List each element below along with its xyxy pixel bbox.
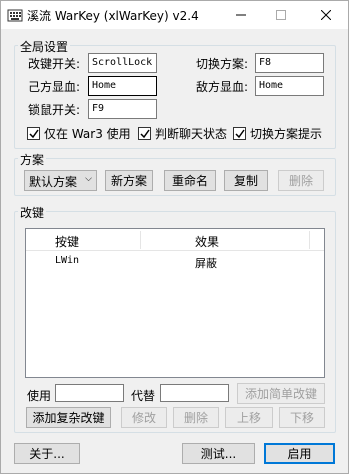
ally-hp-label: 己方显血:: [28, 80, 81, 94]
window-title: 溪流 WarKey (xlWarKey) v2.4: [27, 9, 199, 23]
title-bar[interactable]: 溪流 WarKey (xlWarKey) v2.4: [1, 1, 348, 29]
close-button[interactable]: [306, 1, 346, 29]
maximize-button[interactable]: [261, 1, 301, 29]
remap-toggle-label: 改键开关:: [28, 57, 81, 71]
move-up-button[interactable]: 上移: [225, 407, 273, 428]
enemy-hp-label: 敌方显血:: [196, 80, 249, 94]
enable-button[interactable]: 启用: [264, 443, 335, 464]
enemy-hp-field[interactable]: Home: [255, 76, 324, 96]
checkbox-checked-icon: [27, 127, 40, 140]
table-row[interactable]: LWin 屏蔽: [55, 255, 315, 271]
remap-group-label: 改键: [18, 204, 47, 221]
app-icon: [7, 9, 23, 22]
main-window: 溪流 WarKey (xlWarKey) v2.4 全局设置 改键开关: Scr…: [0, 0, 349, 474]
only-war3-label: 仅在 War3 使用: [44, 127, 131, 141]
row-effect-cell: 屏蔽: [195, 257, 217, 270]
detect-chat-checkbox[interactable]: 判断聊天状态: [138, 125, 227, 142]
test-button[interactable]: 测试...: [182, 443, 255, 464]
remap-list-header: 按键 效果: [26, 229, 324, 251]
switch-scheme-field[interactable]: F8: [255, 53, 324, 73]
column-effect-header[interactable]: 效果: [195, 233, 219, 250]
move-down-button[interactable]: 下移: [279, 407, 325, 428]
delete-scheme-button[interactable]: 删除: [278, 170, 324, 191]
rename-scheme-button[interactable]: 重命名: [164, 170, 216, 191]
use-key-field[interactable]: [55, 384, 124, 402]
use-label: 使用: [27, 389, 52, 403]
remap-toggle-field[interactable]: ScrollLock: [88, 53, 157, 73]
minimize-button[interactable]: [221, 1, 261, 29]
remap-list[interactable]: 按键 效果 LWin 屏蔽: [25, 228, 325, 378]
lock-mouse-field[interactable]: F9: [88, 99, 157, 119]
checkbox-checked-icon: [138, 127, 151, 140]
close-icon: [321, 10, 331, 20]
replace-key-field[interactable]: [160, 384, 229, 402]
row-key-cell: LWin: [55, 255, 80, 266]
chevron-down-icon: ⌵: [85, 174, 92, 184]
minimize-icon: [236, 14, 246, 16]
new-scheme-button[interactable]: 新方案: [105, 170, 153, 191]
delete-remap-button[interactable]: 删除: [173, 407, 219, 428]
column-key-header[interactable]: 按键: [55, 233, 79, 250]
global-settings-label: 全局设置: [18, 38, 71, 55]
maximize-icon: [276, 10, 286, 20]
scheme-group-label: 方案: [18, 151, 47, 168]
scheme-select-value: 默认方案: [29, 175, 78, 189]
column-separator: [140, 231, 141, 249]
scheme-select[interactable]: 默认方案 ⌵: [24, 170, 97, 191]
replace-label: 代替: [131, 389, 156, 403]
modify-remap-button[interactable]: 修改: [121, 407, 167, 428]
only-war3-checkbox[interactable]: 仅在 War3 使用: [27, 125, 131, 142]
ally-hp-field[interactable]: Home: [88, 76, 157, 96]
detect-chat-label: 判断聊天状态: [155, 127, 228, 141]
switch-prompt-checkbox[interactable]: 切换方案提示: [233, 125, 322, 142]
column-separator: [309, 231, 310, 249]
switch-prompt-label: 切换方案提示: [250, 127, 323, 141]
checkbox-checked-icon: [233, 127, 246, 140]
copy-scheme-button[interactable]: 复制: [224, 170, 268, 191]
switch-scheme-label: 切换方案:: [196, 57, 249, 71]
add-simple-remap-button[interactable]: 添加简单改键: [237, 383, 325, 404]
lock-mouse-label: 锁鼠开关:: [28, 103, 81, 117]
about-button[interactable]: 关于...: [14, 443, 80, 464]
add-complex-remap-button[interactable]: 添加复杂改键: [26, 407, 111, 428]
